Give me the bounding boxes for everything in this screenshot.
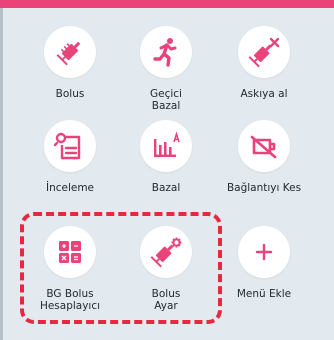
menu-item-label: Bazal [151, 182, 181, 194]
menu-item-label: İnceleme [45, 182, 95, 194]
top-accent-bar [0, 0, 334, 8]
disconnect-icon [238, 120, 290, 172]
basal-chart-icon [140, 120, 192, 172]
window-frame-edge [0, 8, 3, 340]
menu-item-label: Geçici Bazal [150, 88, 182, 112]
menu-item-add-menu[interactable]: Menü Ekle [216, 226, 312, 300]
highlight-dashed-frame [20, 212, 222, 324]
menu-item-label: Menü Ekle [236, 288, 292, 300]
syringe-cross-icon [238, 26, 290, 78]
menu-item-review[interactable]: İnceleme [22, 120, 118, 194]
menu-item-disconnect[interactable]: Bağlantıyı Kes [216, 120, 312, 194]
menu-item-bolus[interactable]: Bolus [22, 26, 118, 100]
running-person-icon [140, 26, 192, 78]
menu-item-label: Bolus [55, 88, 85, 100]
menu-item-temp-basal[interactable]: Geçici Bazal [118, 26, 214, 112]
menu-item-label: Askıya al [240, 88, 288, 100]
syringe-icon [44, 26, 96, 78]
menu-item-label: Bağlantıyı Kes [226, 182, 302, 194]
plus-icon [238, 226, 290, 278]
review-document-icon [44, 120, 96, 172]
menu-item-suspend[interactable]: Askıya al [216, 26, 312, 100]
menu-item-basal[interactable]: Bazal [118, 120, 214, 194]
